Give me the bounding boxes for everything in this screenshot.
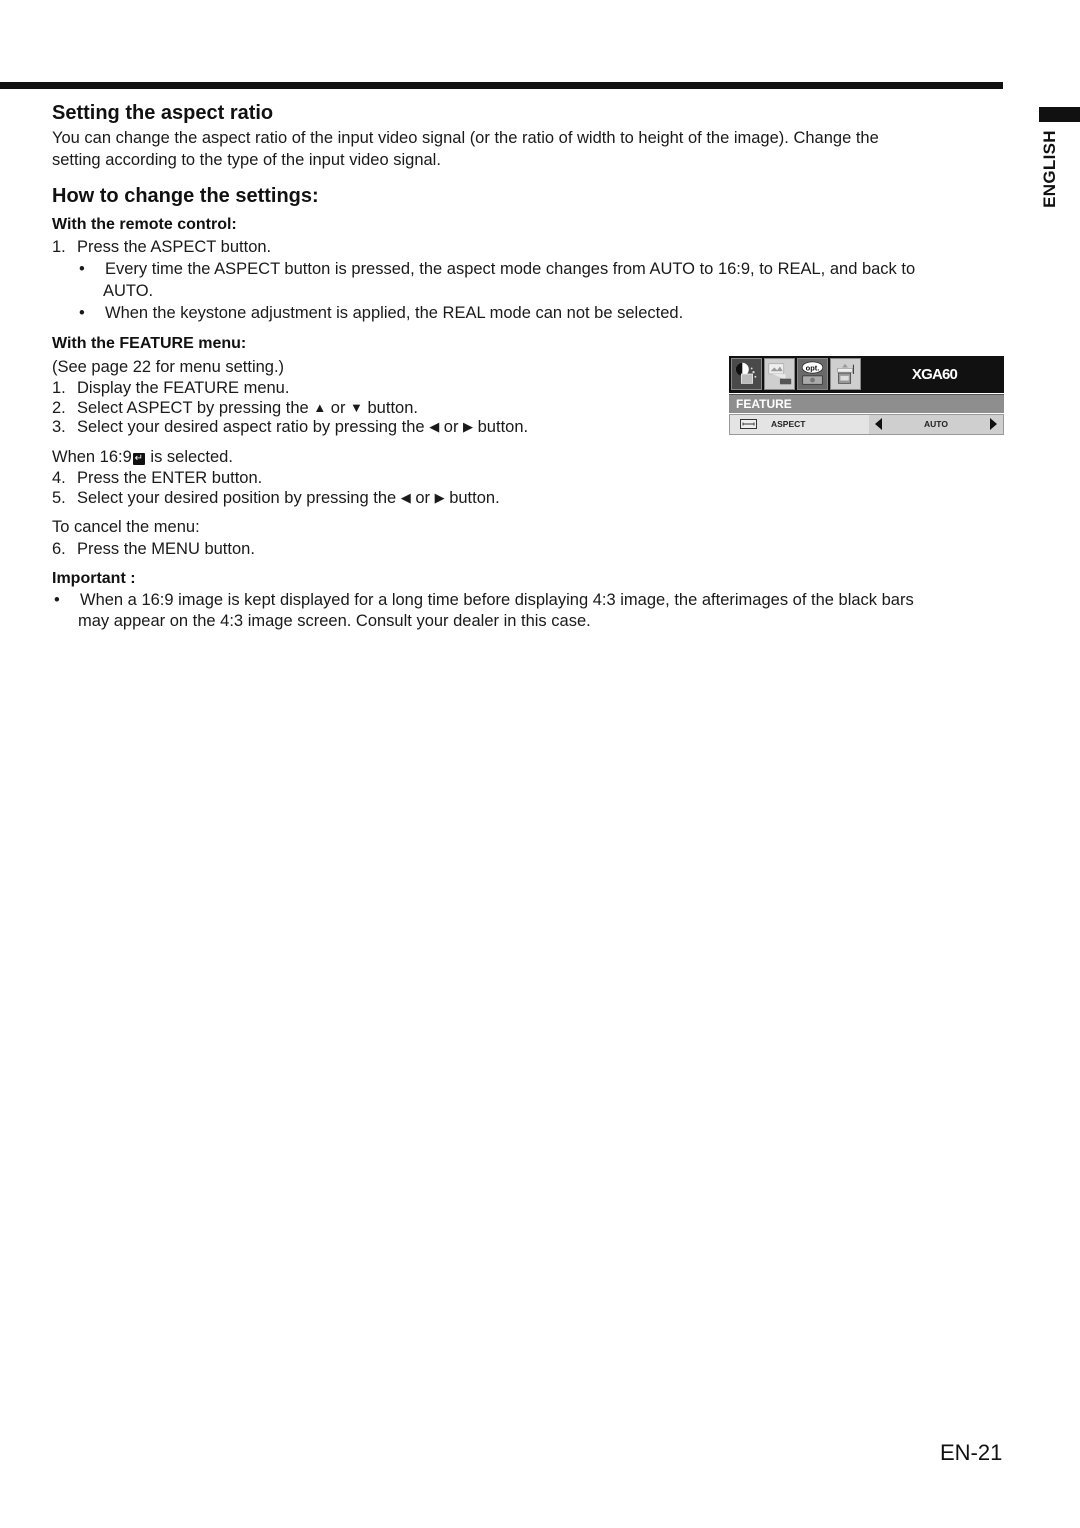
down-arrow-icon: ▼ — [350, 400, 363, 415]
cancel-heading: To cancel the menu: — [52, 518, 200, 536]
osd-feature-menu: opt. XGA60 FEATURE ASPECT AUTO — [729, 356, 1004, 436]
important-bullet-cont: may appear on the 4:3 image screen. Cons… — [78, 612, 591, 630]
header-rule — [0, 82, 1003, 89]
bullet-text: When a 16:9 image is kept displayed for … — [80, 591, 914, 609]
picture-icon — [731, 358, 762, 390]
osd-model-name: XGA60 — [911, 366, 958, 383]
osd-aspect-row: ASPECT AUTO — [729, 414, 1004, 435]
osd-aspect-value: AUTO — [924, 419, 948, 429]
step-text: Press the ASPECT button. — [77, 238, 272, 256]
step-number: 2. — [52, 399, 66, 417]
section-title: Setting the aspect ratio — [52, 102, 274, 124]
note-text: is selected. — [145, 448, 233, 466]
bullet-text: When the keystone adjustment is applied,… — [105, 304, 684, 322]
up-arrow-icon: ▲ — [313, 400, 327, 415]
step-text: Display the FEATURE menu. — [77, 379, 290, 397]
remote-heading: With the remote control: — [52, 216, 237, 233]
osd-header: opt. XGA60 — [729, 356, 1004, 393]
feature-step-4: 4. Press the ENTER button. — [52, 468, 262, 489]
important-heading: Important : — [52, 570, 136, 587]
feature-step-2: 2. Select ASPECT by pressing the ▲ or ▼ b… — [52, 398, 418, 419]
osd-aspect-label: ASPECT — [771, 419, 806, 429]
option-icon: opt. — [797, 358, 828, 390]
see-page-note: (See page 22 for menu setting.) — [52, 358, 285, 376]
image-icon — [764, 358, 795, 390]
bullet-text: Every time the ASPECT button is pressed,… — [105, 260, 916, 278]
right-arrow-icon: ▶ — [463, 419, 474, 434]
feature-step-6: 6. Press the MENU button. — [52, 539, 255, 560]
step-text: button. — [362, 399, 418, 417]
feature-step-3: 3. Select your desired aspect ratio by pr… — [52, 417, 528, 438]
step-text: button. — [444, 489, 500, 507]
bullet-icon: • — [79, 304, 85, 322]
intro-line-2: setting according to the type of the inp… — [52, 151, 441, 169]
remote-bullet-1: • Every time the ASPECT button is pressed… — [77, 259, 915, 280]
step-text: Select your desired aspect ratio by pres… — [77, 418, 430, 436]
language-label: ENGLISH — [1040, 130, 1060, 208]
step-text: or — [410, 489, 435, 507]
language-tab: ENGLISH — [1036, 128, 1064, 210]
remote-step-1: 1. Press the ASPECT button. — [52, 237, 271, 258]
step-number: 1. — [52, 238, 66, 256]
step-text: or — [326, 399, 351, 417]
left-arrow-icon: ◀ — [429, 419, 440, 434]
intro-line-1: You can change the aspect ratio of the i… — [52, 129, 879, 147]
feature-step-5: 5. Select your desired position by pressi… — [52, 488, 500, 509]
right-arrow-icon: ▶ — [434, 490, 445, 505]
step-text: Select ASPECT by pressing the — [77, 399, 314, 417]
step-number: 3. — [52, 418, 66, 436]
step-text: Select your desired position by pressing… — [77, 489, 401, 507]
installation-icon — [830, 358, 861, 390]
step-number: 5. — [52, 489, 66, 507]
feature-menu-heading: With the FEATURE menu: — [52, 335, 247, 352]
step-number: 6. — [52, 540, 66, 558]
when-selected-note: When 16:9 ↵ is selected. — [52, 447, 233, 468]
feature-step-1: 1. Display the FEATURE menu. — [52, 378, 289, 399]
left-arrow-icon: ◀ — [400, 490, 411, 505]
how-to-title: How to change the settings: — [52, 185, 319, 207]
step-text: Press the ENTER button. — [77, 469, 263, 487]
language-tab-marker — [1039, 107, 1080, 122]
remote-bullet-2: • When the keystone adjustment is applied… — [77, 303, 683, 324]
enter-icon: ↵ — [132, 453, 145, 465]
note-text: When 16:9 — [52, 448, 132, 466]
svg-text:opt.: opt. — [806, 363, 820, 372]
step-text: Press the MENU button. — [77, 540, 255, 558]
page-number: EN-21 — [940, 1440, 1003, 1465]
bullet-icon: • — [79, 260, 85, 278]
step-number: 4. — [52, 469, 66, 487]
right-arrow-icon — [990, 418, 997, 430]
bullet-icon: • — [54, 591, 60, 609]
step-text: or — [439, 418, 464, 436]
step-text: button. — [473, 418, 529, 436]
aspect-icon — [740, 419, 757, 429]
step-number: 1. — [52, 379, 66, 397]
osd-menu-title: FEATURE — [729, 394, 1004, 413]
important-bullet: • When a 16:9 image is kept displayed for… — [52, 590, 914, 611]
remote-bullet-1-cont: AUTO. — [103, 282, 154, 300]
